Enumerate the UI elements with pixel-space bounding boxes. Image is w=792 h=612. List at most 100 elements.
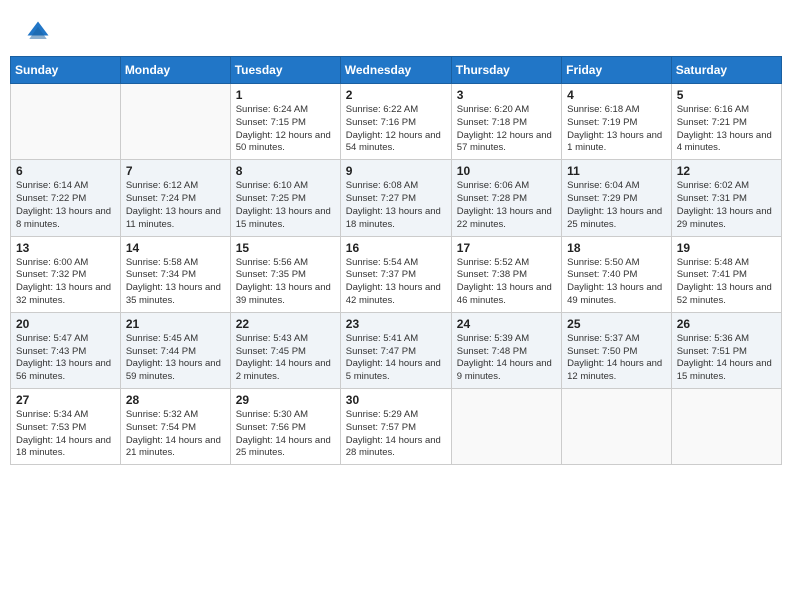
day-info: Sunrise: 6:14 AM Sunset: 7:22 PM Dayligh… <box>16 180 115 231</box>
day-info: Sunrise: 5:41 AM Sunset: 7:47 PM Dayligh… <box>346 333 446 384</box>
calendar-cell: 22 Sunrise: 5:43 AM Sunset: 7:45 PM Dayli… <box>230 312 340 388</box>
day-number: 30 <box>346 393 446 407</box>
day-info: Sunrise: 6:12 AM Sunset: 7:24 PM Dayligh… <box>126 180 225 231</box>
day-info: Sunrise: 6:04 AM Sunset: 7:29 PM Dayligh… <box>567 180 666 231</box>
calendar-cell: 6 Sunrise: 6:14 AM Sunset: 7:22 PM Daylig… <box>11 160 121 236</box>
day-number: 19 <box>677 241 776 255</box>
day-number: 23 <box>346 317 446 331</box>
calendar-cell <box>120 84 230 160</box>
calendar-week-row: 1 Sunrise: 6:24 AM Sunset: 7:15 PM Daylig… <box>11 84 782 160</box>
day-number: 5 <box>677 88 776 102</box>
day-number: 29 <box>236 393 335 407</box>
day-number: 17 <box>457 241 556 255</box>
calendar-cell <box>562 389 672 465</box>
day-number: 1 <box>236 88 335 102</box>
day-info: Sunrise: 6:16 AM Sunset: 7:21 PM Dayligh… <box>677 104 776 155</box>
calendar-cell: 4Sunrise: 6:18 AM Sunset: 7:19 PM Daylig… <box>562 84 672 160</box>
column-header-saturday: Saturday <box>671 57 781 84</box>
calendar-cell: 29 Sunrise: 5:30 AM Sunset: 7:56 PM Dayli… <box>230 389 340 465</box>
calendar-cell: 5 Sunrise: 6:16 AM Sunset: 7:21 PM Daylig… <box>671 84 781 160</box>
calendar-cell: 16 Sunrise: 5:54 AM Sunset: 7:37 PM Dayli… <box>340 236 451 312</box>
calendar-table: SundayMondayTuesdayWednesdayThursdayFrid… <box>10 56 782 465</box>
day-info: Sunrise: 6:24 AM Sunset: 7:15 PM Dayligh… <box>236 104 335 155</box>
day-number: 8 <box>236 164 335 178</box>
day-number: 11 <box>567 164 666 178</box>
day-number: 22 <box>236 317 335 331</box>
day-number: 27 <box>16 393 115 407</box>
day-info: Sunrise: 5:56 AM Sunset: 7:35 PM Dayligh… <box>236 257 335 308</box>
day-info: Sunrise: 6:20 AM Sunset: 7:18 PM Dayligh… <box>457 104 556 155</box>
day-number: 20 <box>16 317 115 331</box>
calendar-cell: 27 Sunrise: 5:34 AM Sunset: 7:53 PM Dayli… <box>11 389 121 465</box>
calendar-cell: 11 Sunrise: 6:04 AM Sunset: 7:29 PM Dayli… <box>562 160 672 236</box>
calendar-cell <box>671 389 781 465</box>
column-header-tuesday: Tuesday <box>230 57 340 84</box>
calendar-cell: 14 Sunrise: 5:58 AM Sunset: 7:34 PM Dayli… <box>120 236 230 312</box>
column-header-friday: Friday <box>562 57 672 84</box>
calendar-cell: 26 Sunrise: 5:36 AM Sunset: 7:51 PM Dayli… <box>671 312 781 388</box>
day-number: 13 <box>16 241 115 255</box>
day-number: 28 <box>126 393 225 407</box>
calendar-cell: 21Sunrise: 5:45 AM Sunset: 7:44 PM Dayli… <box>120 312 230 388</box>
day-number: 6 <box>16 164 115 178</box>
calendar-cell: 10 Sunrise: 6:06 AM Sunset: 7:28 PM Dayli… <box>451 160 561 236</box>
day-info: Sunrise: 6:18 AM Sunset: 7:19 PM Dayligh… <box>567 104 666 155</box>
day-info: Sunrise: 6:00 AM Sunset: 7:32 PM Dayligh… <box>16 257 115 308</box>
day-number: 9 <box>346 164 446 178</box>
day-number: 25 <box>567 317 666 331</box>
logo-icon <box>24 18 52 46</box>
calendar-cell <box>451 389 561 465</box>
calendar-cell: 17 Sunrise: 5:52 AM Sunset: 7:38 PM Dayli… <box>451 236 561 312</box>
calendar-header-row: SundayMondayTuesdayWednesdayThursdayFrid… <box>11 57 782 84</box>
day-number: 18 <box>567 241 666 255</box>
day-number: 14 <box>126 241 225 255</box>
calendar-cell: 25 Sunrise: 5:37 AM Sunset: 7:50 PM Dayli… <box>562 312 672 388</box>
day-info: Sunrise: 5:30 AM Sunset: 7:56 PM Dayligh… <box>236 409 335 460</box>
logo <box>24 18 56 46</box>
day-info: Sunrise: 5:52 AM Sunset: 7:38 PM Dayligh… <box>457 257 556 308</box>
calendar-cell: 28 Sunrise: 5:32 AM Sunset: 7:54 PM Dayli… <box>120 389 230 465</box>
day-info: Sunrise: 6:02 AM Sunset: 7:31 PM Dayligh… <box>677 180 776 231</box>
day-info: Sunrise: 5:36 AM Sunset: 7:51 PM Dayligh… <box>677 333 776 384</box>
page-header <box>0 0 792 56</box>
day-number: 24 <box>457 317 556 331</box>
day-number: 7 <box>126 164 225 178</box>
day-info: Sunrise: 5:47 AM Sunset: 7:43 PM Dayligh… <box>16 333 115 384</box>
column-header-monday: Monday <box>120 57 230 84</box>
day-number: 12 <box>677 164 776 178</box>
day-number: 16 <box>346 241 446 255</box>
calendar-container: SundayMondayTuesdayWednesdayThursdayFrid… <box>0 56 792 475</box>
calendar-cell: 18 Sunrise: 5:50 AM Sunset: 7:40 PM Dayli… <box>562 236 672 312</box>
day-info: Sunrise: 5:58 AM Sunset: 7:34 PM Dayligh… <box>126 257 225 308</box>
day-number: 21 <box>126 317 225 331</box>
day-info: Sunrise: 6:08 AM Sunset: 7:27 PM Dayligh… <box>346 180 446 231</box>
calendar-week-row: 13 Sunrise: 6:00 AM Sunset: 7:32 PM Dayli… <box>11 236 782 312</box>
calendar-cell: 19Sunrise: 5:48 AM Sunset: 7:41 PM Dayli… <box>671 236 781 312</box>
day-info: Sunrise: 6:22 AM Sunset: 7:16 PM Dayligh… <box>346 104 446 155</box>
calendar-cell: 1 Sunrise: 6:24 AM Sunset: 7:15 PM Daylig… <box>230 84 340 160</box>
column-header-wednesday: Wednesday <box>340 57 451 84</box>
day-info: Sunrise: 5:34 AM Sunset: 7:53 PM Dayligh… <box>16 409 115 460</box>
calendar-cell <box>11 84 121 160</box>
calendar-cell: 2 Sunrise: 6:22 AM Sunset: 7:16 PM Daylig… <box>340 84 451 160</box>
calendar-week-row: 20 Sunrise: 5:47 AM Sunset: 7:43 PM Dayli… <box>11 312 782 388</box>
day-number: 10 <box>457 164 556 178</box>
day-info: Sunrise: 5:43 AM Sunset: 7:45 PM Dayligh… <box>236 333 335 384</box>
day-number: 15 <box>236 241 335 255</box>
day-info: Sunrise: 6:06 AM Sunset: 7:28 PM Dayligh… <box>457 180 556 231</box>
day-info: Sunrise: 5:29 AM Sunset: 7:57 PM Dayligh… <box>346 409 446 460</box>
calendar-cell: 12 Sunrise: 6:02 AM Sunset: 7:31 PM Dayli… <box>671 160 781 236</box>
day-info: Sunrise: 5:54 AM Sunset: 7:37 PM Dayligh… <box>346 257 446 308</box>
calendar-week-row: 27 Sunrise: 5:34 AM Sunset: 7:53 PM Dayli… <box>11 389 782 465</box>
calendar-cell: 23 Sunrise: 5:41 AM Sunset: 7:47 PM Dayli… <box>340 312 451 388</box>
day-info: Sunrise: 5:37 AM Sunset: 7:50 PM Dayligh… <box>567 333 666 384</box>
day-info: Sunrise: 5:50 AM Sunset: 7:40 PM Dayligh… <box>567 257 666 308</box>
calendar-cell: 24Sunrise: 5:39 AM Sunset: 7:48 PM Dayli… <box>451 312 561 388</box>
calendar-cell: 15 Sunrise: 5:56 AM Sunset: 7:35 PM Dayli… <box>230 236 340 312</box>
calendar-cell: 20 Sunrise: 5:47 AM Sunset: 7:43 PM Dayli… <box>11 312 121 388</box>
day-number: 2 <box>346 88 446 102</box>
day-info: Sunrise: 5:32 AM Sunset: 7:54 PM Dayligh… <box>126 409 225 460</box>
day-number: 26 <box>677 317 776 331</box>
calendar-cell: 30 Sunrise: 5:29 AM Sunset: 7:57 PM Dayli… <box>340 389 451 465</box>
day-info: Sunrise: 6:10 AM Sunset: 7:25 PM Dayligh… <box>236 180 335 231</box>
